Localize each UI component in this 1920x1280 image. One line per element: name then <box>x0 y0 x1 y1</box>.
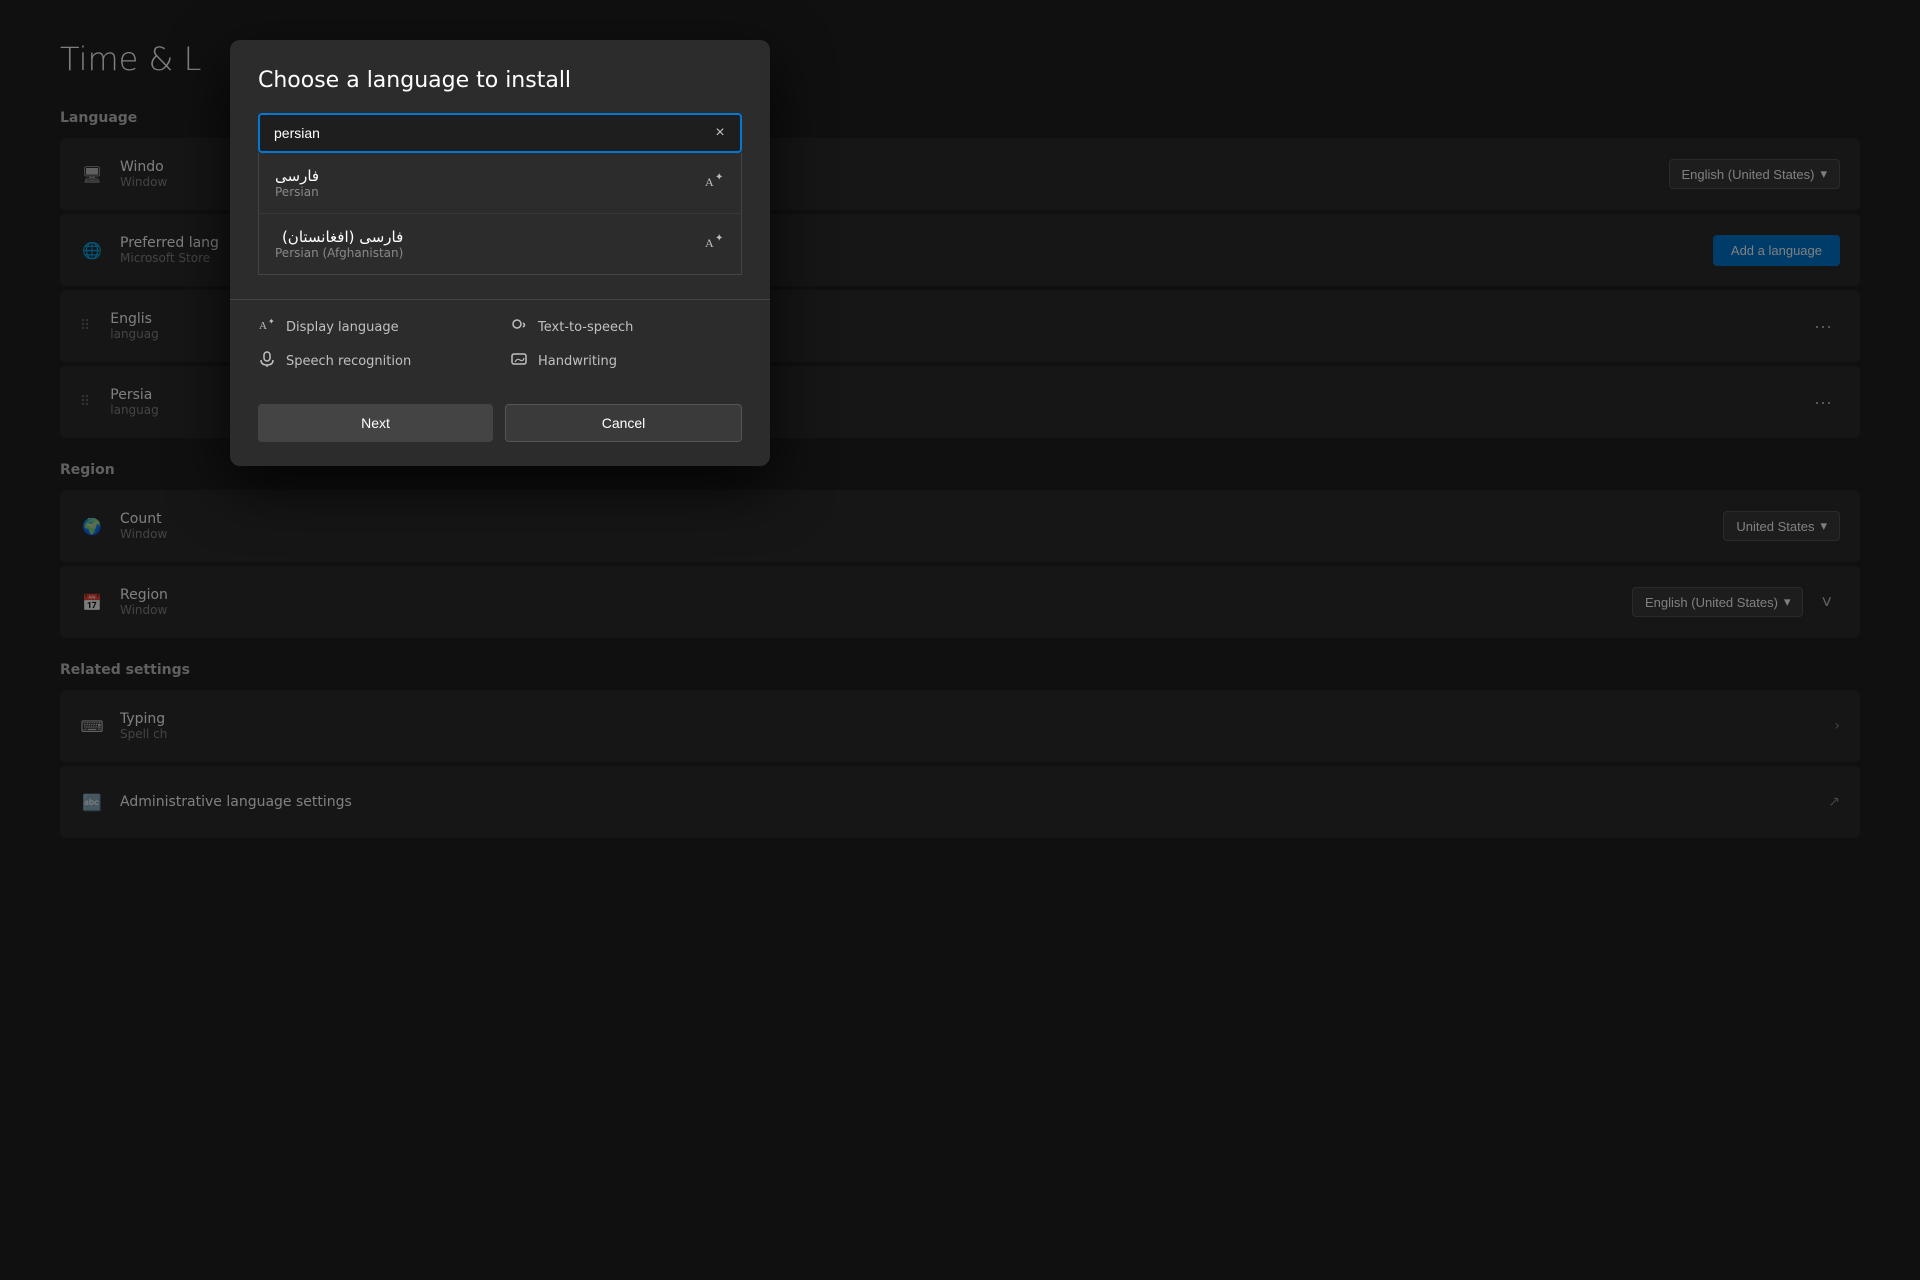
language-features-section: A ✦ Display language Text-to-speech <box>230 300 770 388</box>
handwriting-icon <box>510 350 528 372</box>
persian-afghanistan-english-name: Persian (Afghanistan) <box>275 246 403 260</box>
next-button[interactable]: Next <box>258 404 493 442</box>
display-language-feature: A ✦ Display language <box>258 316 490 338</box>
persian-afghanistan-result-item[interactable]: فارسی (افغانستان) Persian (Afghanistan) … <box>259 214 741 274</box>
persian-afghanistan-native-name: فارسی (افغانستان) <box>275 228 403 246</box>
persian-english-name: Persian <box>275 185 319 199</box>
dialog-title: Choose a language to install <box>258 68 742 93</box>
svg-text:✦: ✦ <box>715 233 723 244</box>
handwriting-label: Handwriting <box>538 354 617 369</box>
clear-search-button[interactable]: × <box>708 121 732 145</box>
choose-language-dialog: Choose a language to install × فارسی Per… <box>230 40 770 466</box>
text-to-speech-label: Text-to-speech <box>538 320 633 335</box>
svg-text:A: A <box>705 175 714 189</box>
svg-text:A: A <box>705 236 714 250</box>
speech-recognition-feature: Speech recognition <box>258 350 490 372</box>
language-search-input[interactable] <box>258 113 742 153</box>
svg-text:A: A <box>259 320 267 332</box>
svg-text:✦: ✦ <box>268 317 275 326</box>
persian-language-icon: A ✦ <box>703 170 725 197</box>
display-language-icon: A ✦ <box>258 316 276 338</box>
speech-recognition-icon <box>258 350 276 372</box>
persian-afghanistan-language-icon: A ✦ <box>703 231 725 258</box>
persian-native-name: فارسی <box>275 167 319 185</box>
persian-result-item[interactable]: فارسی Persian A ✦ <box>259 153 741 214</box>
language-search-container: × <box>258 113 742 153</box>
svg-text:✦: ✦ <box>715 172 723 183</box>
display-language-label: Display language <box>286 320 399 335</box>
text-to-speech-feature: Text-to-speech <box>510 316 742 338</box>
dialog-footer: Next Cancel <box>230 388 770 466</box>
handwriting-feature: Handwriting <box>510 350 742 372</box>
language-results-list: فارسی Persian A ✦ فارسی (افغانستان) Pers… <box>258 153 742 275</box>
text-to-speech-icon <box>510 316 528 338</box>
cancel-button[interactable]: Cancel <box>505 404 742 442</box>
speech-recognition-label: Speech recognition <box>286 354 411 369</box>
